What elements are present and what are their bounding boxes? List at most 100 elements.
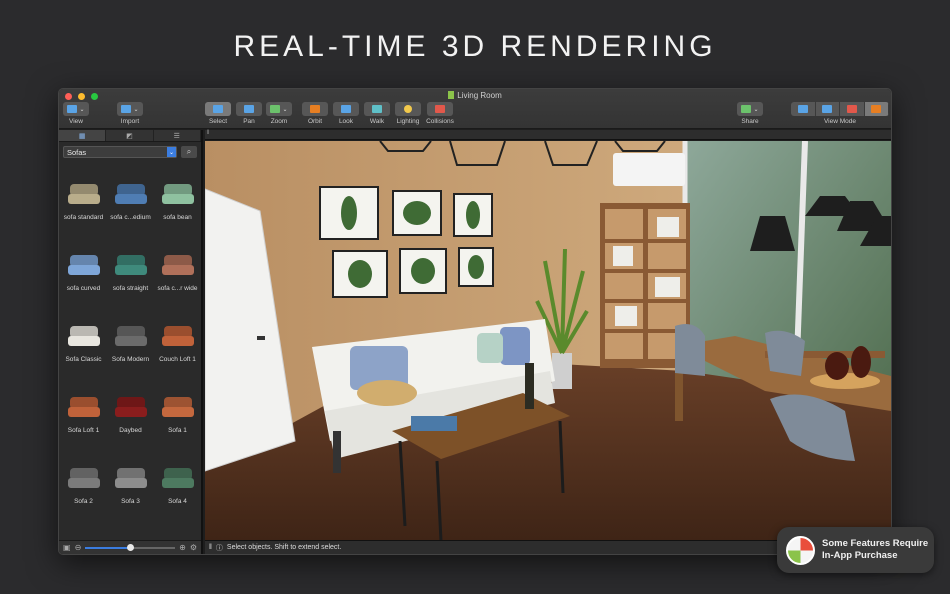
- catalog-item[interactable]: sofa straight: [107, 237, 154, 308]
- catalog-item-label: Sofa Loft 1: [67, 427, 100, 434]
- sofa-thumbnail-icon: [113, 466, 149, 488]
- catalog-item-label: Couch Loft 1: [159, 356, 196, 363]
- in-app-purchase-badge[interactable]: Some Features Require In-App Purchase: [777, 527, 934, 573]
- zoom-tool-button[interactable]: ⌄ Zoom: [266, 102, 292, 125]
- catalog-item[interactable]: sofa bean: [154, 166, 201, 237]
- tab-materials[interactable]: ◩: [106, 130, 154, 141]
- walk-tool-button[interactable]: Walk: [364, 102, 390, 125]
- catalog-item[interactable]: Sofa Loft 1: [60, 379, 107, 450]
- collisions-button[interactable]: Collisions: [423, 102, 457, 125]
- import-button[interactable]: ⌄ Import: [117, 102, 143, 125]
- view-mode-2d[interactable]: [791, 102, 816, 116]
- catalog-item[interactable]: Couch Loft 1: [154, 308, 201, 379]
- catalog-item[interactable]: sofa standard: [60, 166, 107, 237]
- view-mode-control: View Mode: [791, 102, 889, 125]
- sofa-thumbnail-icon: [113, 182, 149, 204]
- catalog-item[interactable]: sofa c...edium: [107, 166, 154, 237]
- door-handle: [257, 336, 265, 340]
- window-title: Living Room: [59, 91, 891, 100]
- sofa-thumbnail-icon: [66, 253, 102, 275]
- eye-icon: [341, 105, 351, 113]
- catalog-grid: sofa standard sofa c...edium sofa bean sofa…: [59, 162, 201, 553]
- view-mode-split[interactable]: [815, 102, 840, 116]
- sofa-thumbnail-icon: [160, 466, 196, 488]
- info-icon: ⓘ: [215, 544, 223, 552]
- catalog-item[interactable]: Sofa 1: [154, 379, 201, 450]
- sofa-thumbnail-icon: [160, 253, 196, 275]
- collisions-icon: [435, 105, 445, 113]
- 3d-viewport[interactable]: [205, 141, 891, 540]
- search-icon[interactable]: ⌕: [181, 146, 197, 158]
- sofa-thumbnail-icon: [160, 395, 196, 417]
- catalog-item-label: sofa c...edium: [110, 214, 151, 221]
- headline: REAL-TIME 3D RENDERING: [233, 30, 717, 63]
- slider-knob[interactable]: [126, 543, 134, 551]
- pan-tool-button[interactable]: Pan: [236, 102, 262, 125]
- share-button[interactable]: ⌄ Share: [736, 102, 764, 125]
- sofa-thumbnail-icon: [160, 324, 196, 346]
- sofa-thumbnail-icon: [66, 395, 102, 417]
- catalog-item-label: Sofa 2: [74, 498, 93, 505]
- house-3d-icon: [871, 105, 882, 113]
- image-icon[interactable]: ▣: [63, 543, 71, 552]
- split-view-icon: [822, 105, 833, 113]
- select-tool-button[interactable]: Select: [205, 102, 231, 125]
- sofa-thumbnail-icon: [113, 324, 149, 346]
- sidebar-toggle-icon[interactable]: ‖: [209, 544, 212, 551]
- sofa-thumbnail-icon: [66, 182, 102, 204]
- catalog-item[interactable]: sofa c...r wide: [154, 237, 201, 308]
- catalog-item-label: sofa curved: [66, 285, 101, 292]
- catalog-item[interactable]: Daybed: [107, 379, 154, 450]
- view-icon: [67, 105, 78, 113]
- catalog-item-label: sofa bean: [163, 214, 192, 221]
- sofa-thumbnail-icon: [66, 324, 102, 346]
- catalog-item-label: Sofa 1: [168, 427, 187, 434]
- hand-icon: [244, 105, 254, 113]
- catalog-item-label: sofa standard: [63, 214, 104, 221]
- view-button[interactable]: ⌄ View: [63, 102, 89, 125]
- catalog-item-label: Sofa Modern: [111, 356, 150, 363]
- catalog-item[interactable]: Sofa Modern: [107, 308, 154, 379]
- catalog-item-label: Sofa 3: [121, 498, 140, 505]
- category-select[interactable]: Sofas ⌄: [63, 146, 177, 158]
- tab-list[interactable]: ☰: [154, 130, 201, 141]
- share-icon: [741, 105, 752, 113]
- view-mode-3d-split[interactable]: [840, 102, 865, 116]
- tab-catalog[interactable]: ▦: [59, 130, 107, 141]
- sidebar-tabs: ▦ ◩ ☰: [59, 130, 201, 142]
- catalog-item[interactable]: Sofa 3: [107, 450, 154, 521]
- catalog-item-label: sofa straight: [112, 285, 149, 292]
- chevron-down-icon: ⌄: [167, 147, 176, 157]
- orbit-icon: [310, 105, 320, 113]
- catalog-item[interactable]: sofa curved: [60, 237, 107, 308]
- catalog-item[interactable]: Sofa Classic: [60, 308, 107, 379]
- zoom-icon: [270, 105, 281, 113]
- catalog-item[interactable]: Sofa 4: [154, 450, 201, 521]
- viewport-header: ‖: [205, 130, 891, 140]
- gear-icon[interactable]: ⚙: [190, 543, 197, 552]
- app-logo-icon: [786, 535, 815, 565]
- orbit-tool-button[interactable]: Orbit: [302, 102, 328, 125]
- plan-icon: [797, 105, 808, 113]
- air-conditioner: [613, 153, 685, 186]
- footprints-icon: [372, 105, 382, 113]
- catalog-item-label: sofa c...r wide: [157, 285, 198, 292]
- document-icon: [448, 91, 455, 99]
- sofa-thumbnail-icon: [160, 182, 196, 204]
- elevation-icon: [846, 105, 857, 113]
- zoom-out-icon[interactable]: ⊖: [75, 543, 82, 552]
- look-tool-button[interactable]: Look: [333, 102, 359, 125]
- thumbnail-size-slider[interactable]: [85, 543, 176, 551]
- lighting-button[interactable]: Lighting: [395, 102, 421, 125]
- sofa-thumbnail-icon: [113, 253, 149, 275]
- view-mode-3d[interactable]: [864, 102, 889, 116]
- catalog-item-label: Sofa 4: [168, 498, 187, 505]
- room-render: [205, 141, 891, 540]
- zoom-in-icon[interactable]: ⊕: [179, 543, 186, 552]
- catalog-item-label: Daybed: [119, 427, 142, 434]
- sofa-thumbnail-icon: [66, 466, 102, 488]
- sofa-thumbnail-icon: [113, 395, 149, 417]
- app-window: Living Room ⌄ View ⌄ Import Select Pan ⌄…: [58, 88, 892, 555]
- catalog-item-label: Sofa Classic: [65, 356, 102, 363]
- catalog-item[interactable]: Sofa 2: [60, 450, 107, 521]
